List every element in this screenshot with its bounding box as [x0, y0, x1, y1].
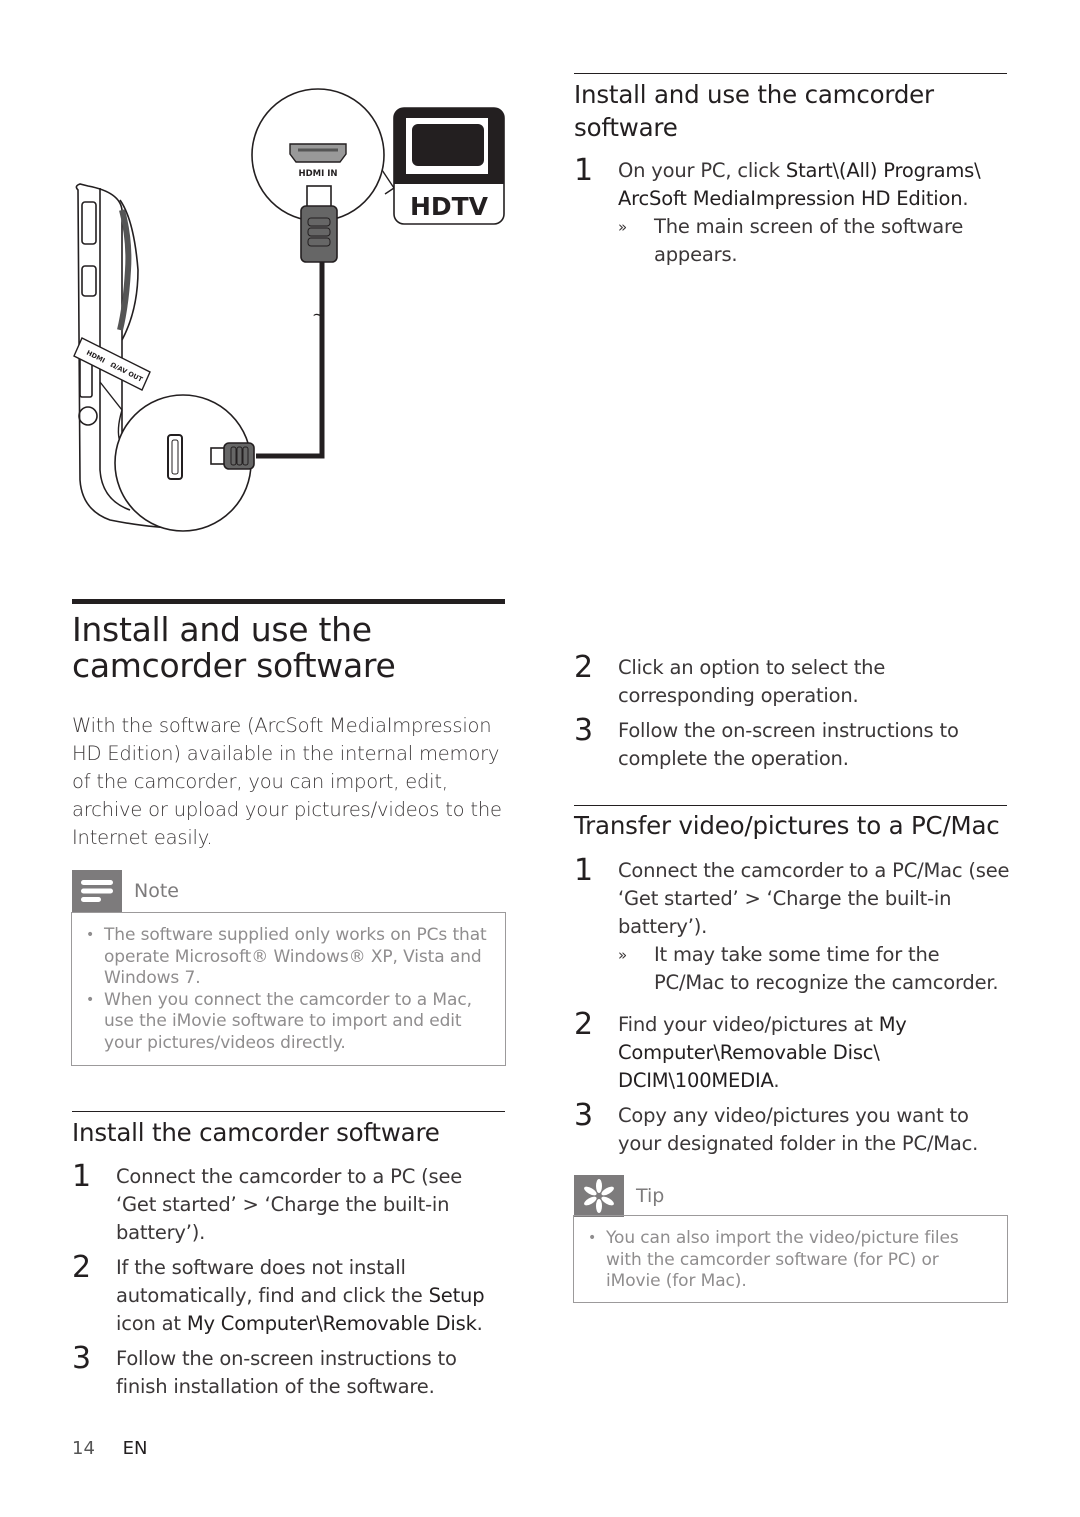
result-arrow-icon: »: [618, 946, 627, 964]
step-number: 2: [574, 1007, 593, 1042]
step-text: Follow the on-screen instructions to fin…: [116, 1347, 457, 1398]
note-box: The software supplied only works on PCs …: [71, 912, 506, 1066]
transfer-step-1: 1 Connect the camcorder to a PC/Mac (see…: [574, 853, 1010, 997]
step-text: Connect the camcorder to a PC (see ‘Get …: [116, 1165, 463, 1244]
use-steps-part1: 1 On your PC, click Start\(All) Programs…: [574, 153, 1010, 269]
step-number: 3: [72, 1341, 91, 1376]
hdmi-connection-illustration: HDMI Ω/AV OUT ~ HDMI IN HDTV: [73, 88, 505, 532]
use-step-1: 1 On your PC, click Start\(All) Programs…: [574, 153, 1010, 269]
hdmi-in-label: HDMI IN: [298, 169, 337, 179]
step-number: 1: [72, 1159, 91, 1194]
setup-path: Setup: [428, 1284, 485, 1307]
page-footer: 14 EN: [72, 1438, 147, 1459]
port-flap: HDMI Ω/AV OUT: [73, 337, 151, 391]
step-result: » The main screen of the software appear…: [618, 215, 964, 266]
note-item: The software supplied only works on PCs …: [86, 925, 491, 990]
transfer-step-3: 3 Copy any video/pictures you want to yo…: [574, 1098, 979, 1156]
section-rule: [72, 599, 505, 604]
tip-box: You can also import the video/picture fi…: [573, 1215, 1008, 1303]
step-number: 1: [574, 153, 593, 188]
note-item: When you connect the camcorder to a Mac,…: [86, 990, 491, 1055]
tip-label: Tip: [636, 1185, 665, 1207]
transfer-step-2: 2 Find your video/pictures at My Compute…: [574, 1007, 907, 1093]
page-number: 14: [72, 1438, 95, 1459]
install-software-title: Install the camcorder software: [72, 1118, 440, 1147]
use-step-3: 3 Follow the on-screen instructions to c…: [574, 713, 959, 771]
transfer-steps: 1 Connect the camcorder to a PC/Mac (see…: [574, 853, 1010, 1158]
install-steps: 1 Connect the camcorder to a PC (see ‘Ge…: [72, 1159, 508, 1401]
note-lines-icon: [72, 870, 122, 912]
hdtv-icon: HDTV: [393, 107, 505, 225]
transfer-title: Transfer video/pictures to a PC/Mac: [574, 811, 1000, 840]
use-software-title: Install and use the camcorder software: [574, 80, 934, 142]
hdtv-label: HDTV: [410, 192, 489, 221]
result-arrow-icon: »: [618, 218, 627, 236]
step-number: 2: [574, 650, 593, 685]
cable-break-mark: ~: [312, 305, 325, 324]
install-step-2: 2 If the software does not install autom…: [72, 1250, 485, 1336]
step-number: 2: [72, 1250, 91, 1285]
intro-paragraph: With the software (ArcSoft MediaImpressi…: [72, 714, 502, 849]
removable-disk-path: My Computer\Removable Disk: [186, 1312, 477, 1335]
subsection-rule: [72, 1111, 505, 1112]
tip-item: You can also import the video/picture fi…: [588, 1228, 993, 1293]
step-number: 1: [574, 853, 593, 888]
subsection-rule: [574, 805, 1007, 806]
tv-port-zoom-circle: HDMI IN: [251, 88, 395, 263]
use-steps-part2: 2 Click an option to select the correspo…: [574, 650, 1010, 773]
note-header: Note: [72, 870, 179, 912]
camera-port-zoom-circle: [99, 381, 255, 532]
subsection-rule: [574, 73, 1007, 74]
section-title: Install and use the camcorder software: [72, 610, 396, 685]
language-code: EN: [122, 1438, 148, 1459]
step-number: 3: [574, 713, 593, 748]
note-label: Note: [134, 880, 179, 902]
tip-asterisk-icon: [574, 1175, 624, 1217]
step-number: 3: [574, 1098, 593, 1133]
tip-header: Tip: [574, 1175, 664, 1217]
use-step-2: 2 Click an option to select the correspo…: [574, 650, 886, 708]
install-step-3: 3 Follow the on-screen instructions to f…: [72, 1341, 508, 1401]
install-step-1: 1 Connect the camcorder to a PC (see ‘Ge…: [72, 1159, 508, 1247]
step-result: » It may take some time for the PC/Mac t…: [618, 943, 999, 994]
